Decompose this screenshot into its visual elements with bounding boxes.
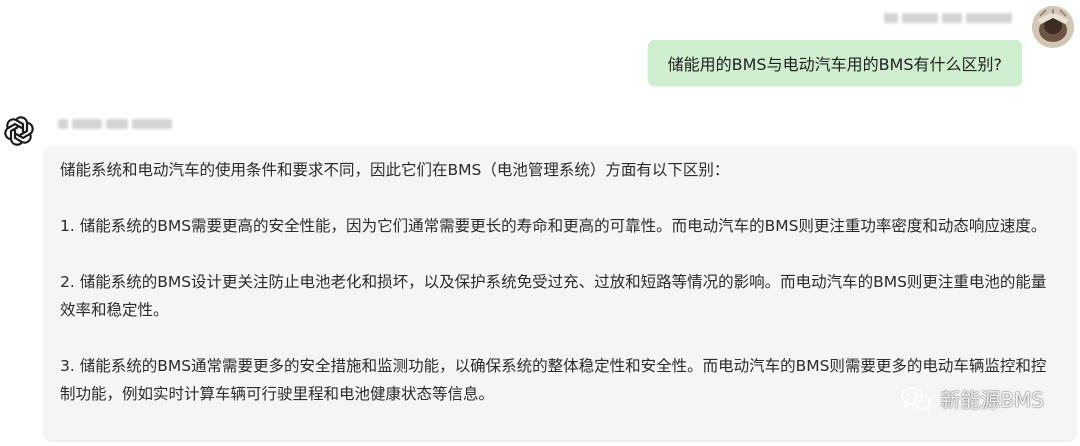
chat-page: 储能用的BMS与电动汽车用的BMS有什么区别? 储能系统和电动汽车的使用条件和要… — [0, 0, 1080, 446]
user-name-blurred — [884, 12, 1022, 24]
assistant-name-blurred — [58, 118, 186, 130]
assistant-paragraph-point-1: 1. 储能系统的BMS需要更高的安全性能，因为它们通常需要更长的寿命和更高的可靠… — [60, 217, 1047, 235]
assistant-message-bubble: 储能系统和电动汽车的使用条件和要求不同，因此它们在BMS（电池管理系统）方面有以… — [44, 146, 1076, 440]
assistant-paragraph-point-2: 2. 储能系统的BMS设计更关注防止电池老化和损坏，以及保护系统免受过充、过放和… — [60, 273, 1047, 319]
user-photo-avatar-icon[interactable] — [1032, 6, 1074, 48]
openai-logo-icon — [2, 114, 36, 148]
user-message-bubble: 储能用的BMS与电动汽车用的BMS有什么区别? — [647, 40, 1022, 86]
assistant-paragraph-intro: 储能系统和电动汽车的使用条件和要求不同，因此它们在BMS（电池管理系统）方面有以… — [60, 161, 730, 179]
assistant-paragraph-point-3: 3. 储能系统的BMS通常需要更多的安全措施和监测功能，以确保系统的整体稳定性和… — [60, 357, 1047, 403]
user-message-text: 储能用的BMS与电动汽车用的BMS有什么区别? — [667, 55, 1002, 74]
